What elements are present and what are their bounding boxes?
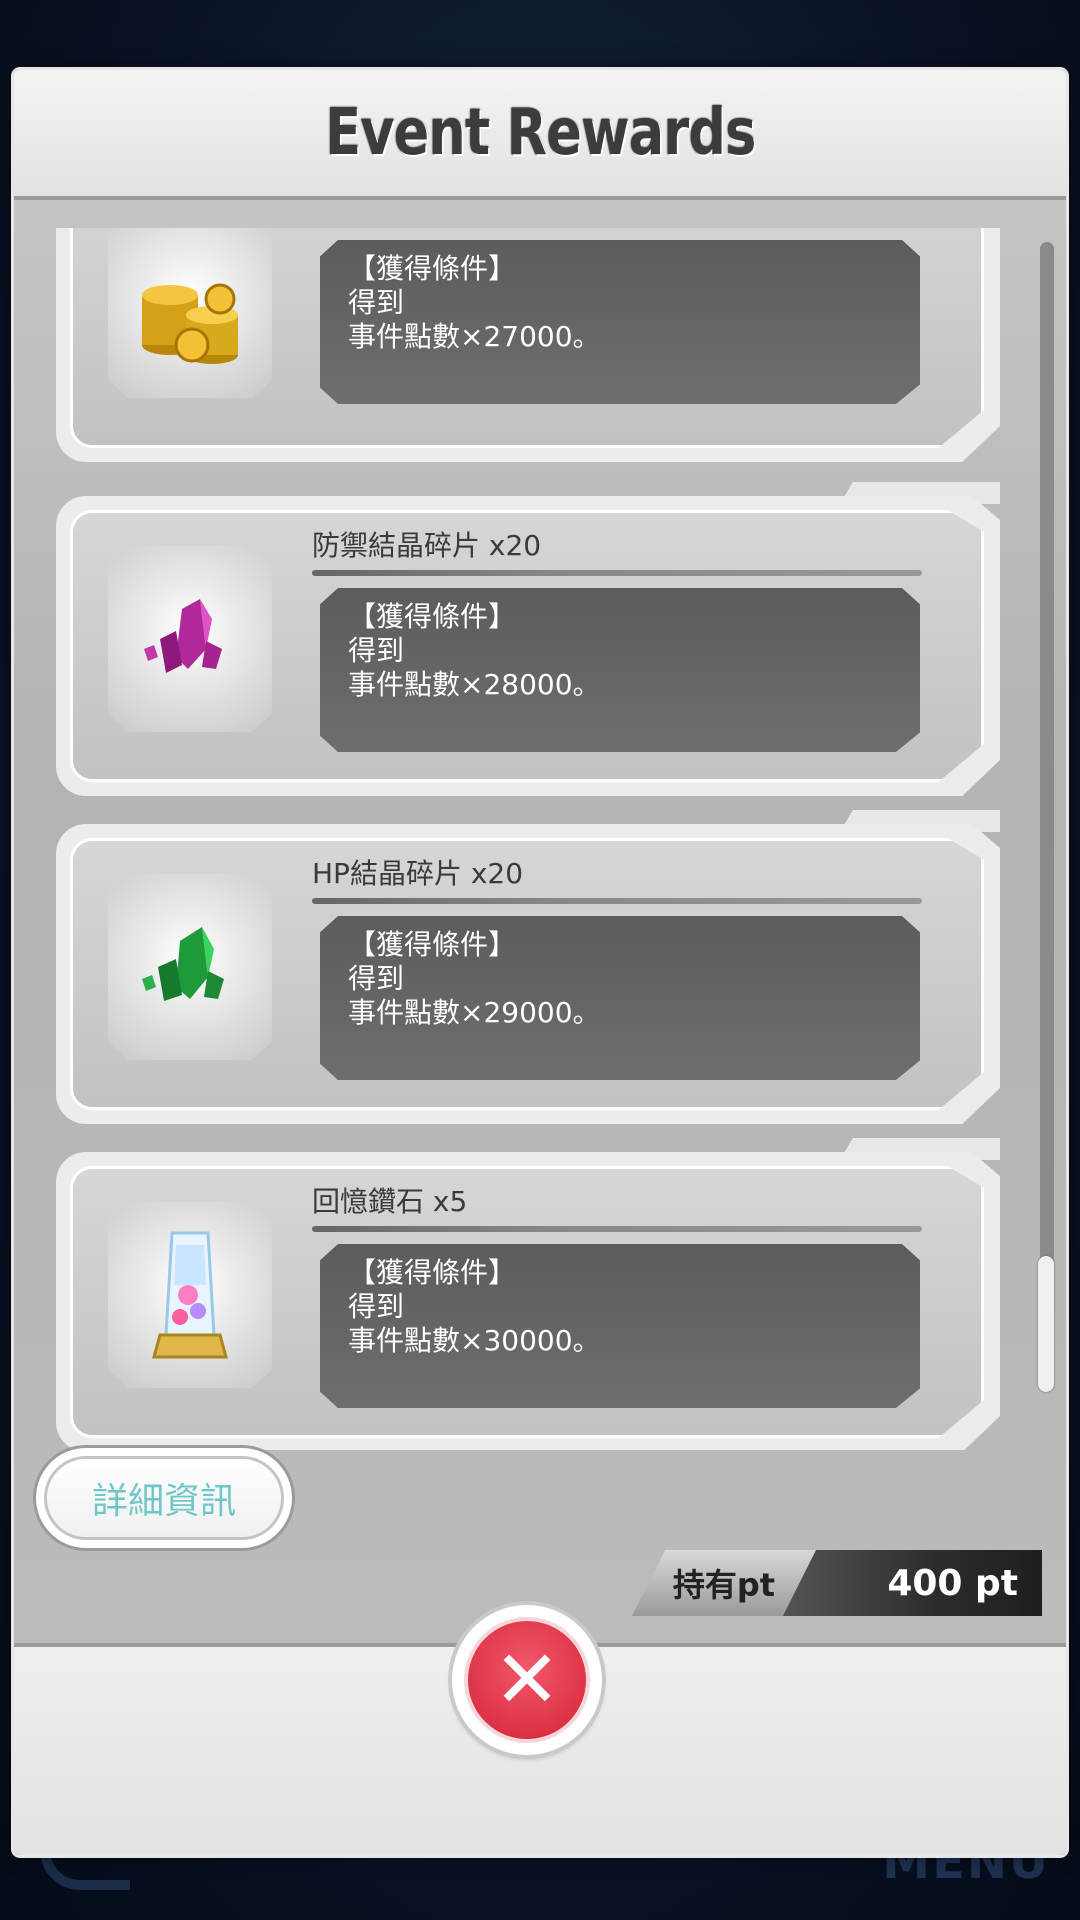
condition-box: 【獲得條件】 得到 事件點數×28000。 — [320, 588, 920, 752]
reward-item: 防禦結晶碎片 x20 【獲得條件】 得到 事件點數×28000。 — [56, 482, 1000, 796]
close-button[interactable]: ✕ — [452, 1605, 602, 1755]
purple-crystal-shards-icon — [108, 546, 272, 732]
dialog-title: Event Rewards — [324, 96, 756, 170]
held-points-display: 400 pt 持有pt — [632, 1550, 1042, 1616]
condition-line: 得到 — [348, 634, 405, 667]
condition-line: 事件點數×27000。 — [348, 320, 601, 353]
condition-header: 【獲得條件】 — [348, 600, 517, 633]
gold-coins-icon — [108, 228, 272, 398]
condition-header: 【獲得條件】 — [348, 252, 517, 285]
condition-line: 事件點數×29000。 — [348, 996, 601, 1029]
scrollbar-track[interactable] — [1040, 242, 1054, 1392]
reward-item: 【獲得條件】 得到 事件點數×27000。 — [56, 228, 1000, 462]
condition-line: 事件點數×28000。 — [348, 668, 601, 701]
condition-box: 【獲得條件】 得到 事件點數×27000。 — [320, 240, 920, 404]
condition-box: 【獲得條件】 得到 事件點數×29000。 — [320, 916, 920, 1080]
details-button[interactable]: 詳細資訊 — [36, 1448, 292, 1548]
condition-line: 得到 — [348, 286, 405, 319]
reward-name: 防禦結晶碎片 x20 — [312, 529, 542, 562]
condition-line: 得到 — [348, 962, 405, 995]
condition-header: 【獲得條件】 — [348, 1256, 517, 1289]
event-rewards-dialog: Event Rewards 【獲得條件】 得到 事件點數×27000。 防禦結晶… — [14, 70, 1066, 1855]
reward-item: HP結晶碎片 x20 【獲得條件】 得到 事件點數×29000。 — [56, 810, 1000, 1124]
details-button-label: 詳細資訊 — [44, 1456, 284, 1540]
dialog-header: Event Rewards — [14, 70, 1066, 200]
points-value: 400 pt — [782, 1550, 1042, 1616]
green-crystal-shards-icon — [108, 874, 272, 1060]
condition-line: 得到 — [348, 1290, 405, 1323]
close-icon: ✕ — [464, 1617, 590, 1743]
reward-name: 回憶鑽石 x5 — [312, 1185, 468, 1218]
reward-item: 回憶鑽石 x5 【獲得條件】 得到 事件點數×30000。 — [56, 1138, 1000, 1450]
scrollbar-thumb[interactable] — [1038, 1256, 1054, 1392]
memory-diamond-icon — [108, 1202, 272, 1388]
condition-line: 事件點數×30000。 — [348, 1324, 601, 1357]
condition-box: 【獲得條件】 得到 事件點數×30000。 — [320, 1244, 920, 1408]
condition-header: 【獲得條件】 — [348, 928, 517, 961]
reward-name: HP結晶碎片 x20 — [312, 857, 524, 890]
reward-list[interactable]: 【獲得條件】 得到 事件點數×27000。 防禦結晶碎片 x20 【獲得條件】 … — [14, 228, 1066, 1450]
